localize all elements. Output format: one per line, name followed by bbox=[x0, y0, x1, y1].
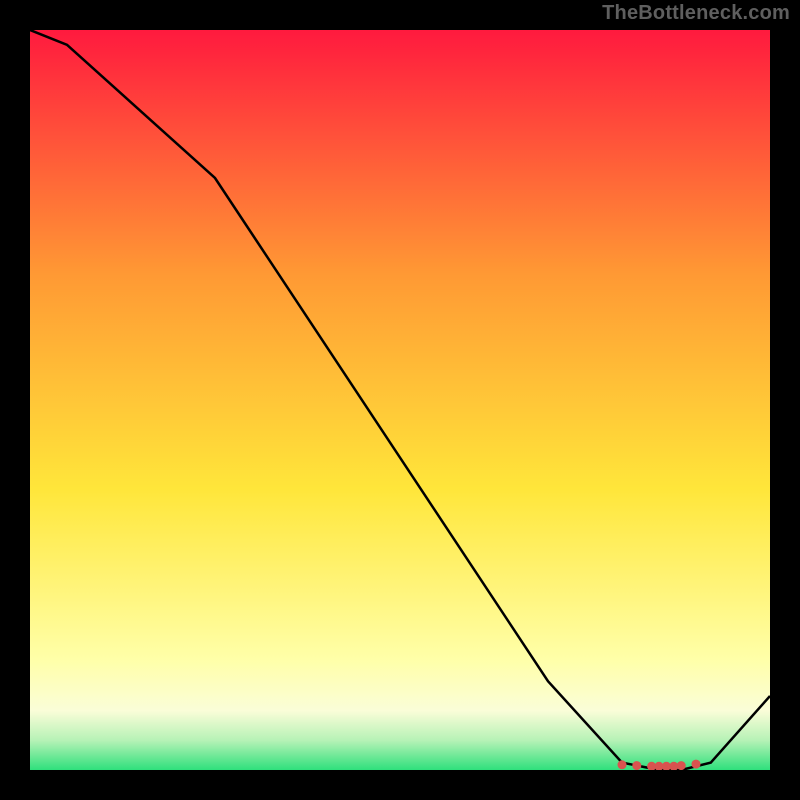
optimal-marker bbox=[692, 760, 701, 769]
gradient-background bbox=[30, 30, 770, 770]
plot-area bbox=[30, 30, 770, 770]
watermark-text: TheBottleneck.com bbox=[602, 2, 790, 25]
optimal-marker bbox=[677, 761, 686, 770]
chart-frame: TheBottleneck.com bbox=[0, 0, 800, 800]
optimal-marker bbox=[632, 761, 641, 770]
bottleneck-chart bbox=[30, 30, 770, 770]
optimal-marker bbox=[618, 760, 627, 769]
